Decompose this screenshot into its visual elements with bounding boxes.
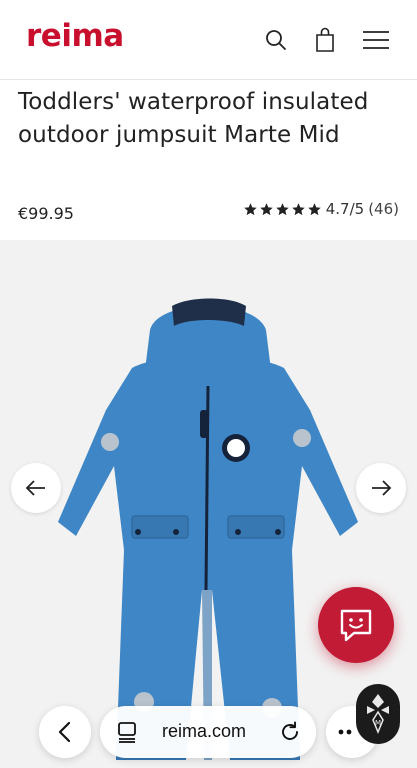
star-icon xyxy=(276,202,289,215)
hamburger-menu-icon[interactable] xyxy=(356,22,396,58)
extension-badge-icon: M xyxy=(367,694,389,734)
chat-button[interactable] xyxy=(318,587,394,663)
rating-stars xyxy=(243,202,322,217)
product-title: Toddlers' waterproof insulated outdoor j… xyxy=(18,89,369,148)
address-bar[interactable]: reima.com xyxy=(100,706,316,758)
product-image xyxy=(58,298,358,760)
shopping-bag-icon[interactable] xyxy=(307,22,343,58)
search-icon[interactable] xyxy=(258,22,294,58)
site-header: reima xyxy=(0,0,417,80)
product-price: €99.95 xyxy=(18,204,74,223)
svg-text:M: M xyxy=(375,719,381,727)
next-image-button[interactable] xyxy=(356,463,406,513)
chevron-left-icon xyxy=(58,721,71,743)
arrow-left-icon xyxy=(25,480,45,496)
star-icon xyxy=(292,202,305,215)
arrow-right-icon xyxy=(372,480,392,496)
rating-count: (46) xyxy=(368,200,399,218)
previous-image-button[interactable] xyxy=(11,463,61,513)
star-icon xyxy=(244,202,257,215)
product-image-gallery[interactable] xyxy=(0,240,417,768)
tabs-icon[interactable] xyxy=(116,720,138,744)
extension-badge[interactable]: M xyxy=(356,684,400,744)
url-text[interactable]: reima.com xyxy=(162,721,246,742)
star-icon xyxy=(308,202,321,215)
reload-icon[interactable] xyxy=(278,720,302,744)
star-icon xyxy=(260,202,273,215)
reima-logo[interactable]: reima xyxy=(26,18,124,54)
chat-smile-icon xyxy=(340,609,372,642)
product-rating[interactable]: 4.7/5 (46) xyxy=(243,200,399,218)
rating-score: 4.7/5 xyxy=(325,200,365,218)
browser-back-button[interactable] xyxy=(39,706,91,758)
